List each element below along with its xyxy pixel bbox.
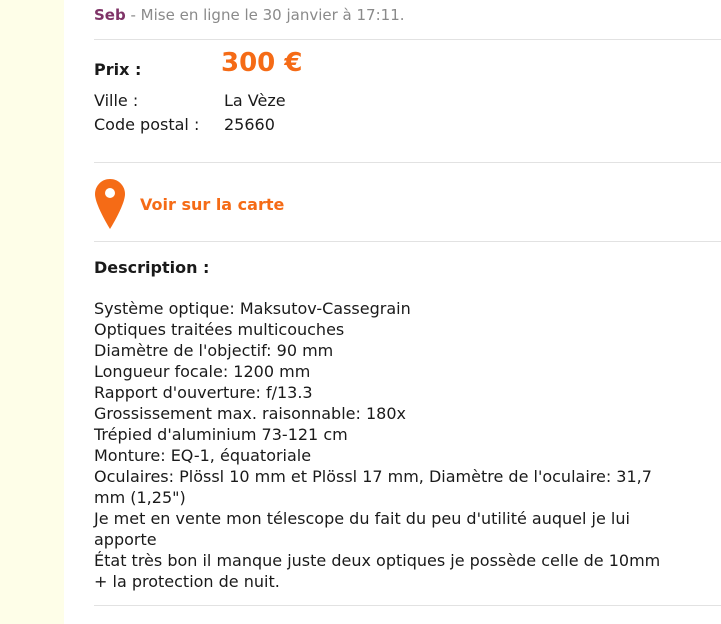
city-value: La Vèze: [224, 91, 286, 110]
postal-value: 25660: [224, 115, 275, 134]
seller-line: Seb - Mise en ligne le 30 janvier à 17:1…: [94, 6, 405, 24]
view-on-map-link[interactable]: Voir sur la carte: [94, 178, 394, 230]
divider: [94, 241, 721, 242]
view-on-map-label: Voir sur la carte: [140, 194, 285, 214]
ad-content: Seb - Mise en ligne le 30 janvier à 17:1…: [94, 0, 721, 624]
left-margin-strip: [0, 0, 64, 624]
posted-date: - Mise en ligne le 30 janvier à 17:11.: [125, 6, 405, 24]
description-body: Système optique: Maksutov-Cassegrain Opt…: [94, 299, 661, 591]
divider: [94, 162, 721, 163]
city-label: Ville :: [94, 91, 139, 110]
price-label: Prix :: [94, 60, 142, 79]
divider: [94, 39, 721, 40]
divider: [94, 605, 721, 606]
map-pin-icon: [95, 179, 125, 229]
price-value: 300 €: [221, 48, 303, 78]
seller-name-link[interactable]: Seb: [94, 6, 126, 24]
postal-label: Code postal :: [94, 115, 200, 134]
description-title: Description :: [94, 258, 210, 277]
